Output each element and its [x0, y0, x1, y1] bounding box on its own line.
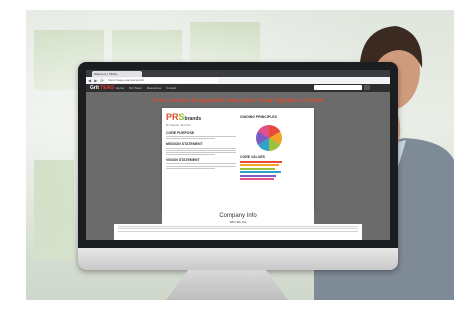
- company-info-body: [114, 224, 362, 240]
- page-banner: Grow Greater Responsible Innovative Team…: [152, 98, 324, 104]
- site-nav-bar: Grit TEAG Home Our Team Resources Contac…: [86, 84, 390, 92]
- browser-toolbar: ◀ ▶ ⟳ https://teag.example/portal: [86, 77, 390, 84]
- browser-nav-icons[interactable]: ◀ ▶ ⟳: [88, 78, 105, 83]
- site-logo[interactable]: Grit TEAG: [90, 85, 114, 91]
- principles-wheel-graphic: [256, 125, 282, 151]
- address-bar[interactable]: https://teag.example/portal: [106, 78, 218, 83]
- brand-tagline: Be Together, Be Prism: [166, 124, 191, 127]
- monitor: Welcome | TEAG ◀ ▶ ⟳ https://teag.exampl…: [78, 62, 398, 270]
- heading-core-values: CORE VALUES: [240, 155, 266, 159]
- heading-mission: MISSION STATEMENT: [166, 142, 203, 147]
- document-left-column: PRSbrands Be Together, Be Prism CORE PUR…: [166, 112, 236, 170]
- nav-item-home[interactable]: Home: [116, 86, 124, 90]
- site-nav-links: Home Our Team Resources Contact: [116, 86, 180, 90]
- site-search-input[interactable]: [314, 85, 362, 90]
- core-values-list: [240, 160, 310, 180]
- nav-item-contact[interactable]: Contact: [166, 86, 176, 90]
- browser-tab-bar: Welcome | TEAG: [86, 70, 390, 77]
- logo-prefix: Grit: [90, 85, 99, 91]
- heading-guiding-principles: GUIDING PRINCIPLES: [240, 115, 277, 119]
- heading-core-purpose: CORE PURPOSE: [166, 131, 195, 135]
- company-info-title: Company Info: [162, 212, 314, 220]
- document-right-column: GUIDING PRINCIPLES CORE VALUES: [240, 112, 310, 182]
- nav-item-team[interactable]: Our Team: [129, 86, 142, 90]
- office-photo-background: Welcome | TEAG ◀ ▶ ⟳ https://teag.exampl…: [26, 10, 454, 300]
- culture-document: PRSbrands Be Together, Be Prism CORE PUR…: [162, 108, 314, 212]
- nav-item-resources[interactable]: Resources: [147, 86, 161, 90]
- brand-logo: PRSbrands: [166, 112, 202, 122]
- logo-suffix: TEAG: [100, 85, 115, 91]
- browser-screen: Welcome | TEAG ◀ ▶ ⟳ https://teag.exampl…: [86, 70, 390, 240]
- search-icon[interactable]: [364, 85, 370, 90]
- heading-vision: VISION STATEMENT: [166, 158, 200, 163]
- monitor-chin: [78, 248, 398, 270]
